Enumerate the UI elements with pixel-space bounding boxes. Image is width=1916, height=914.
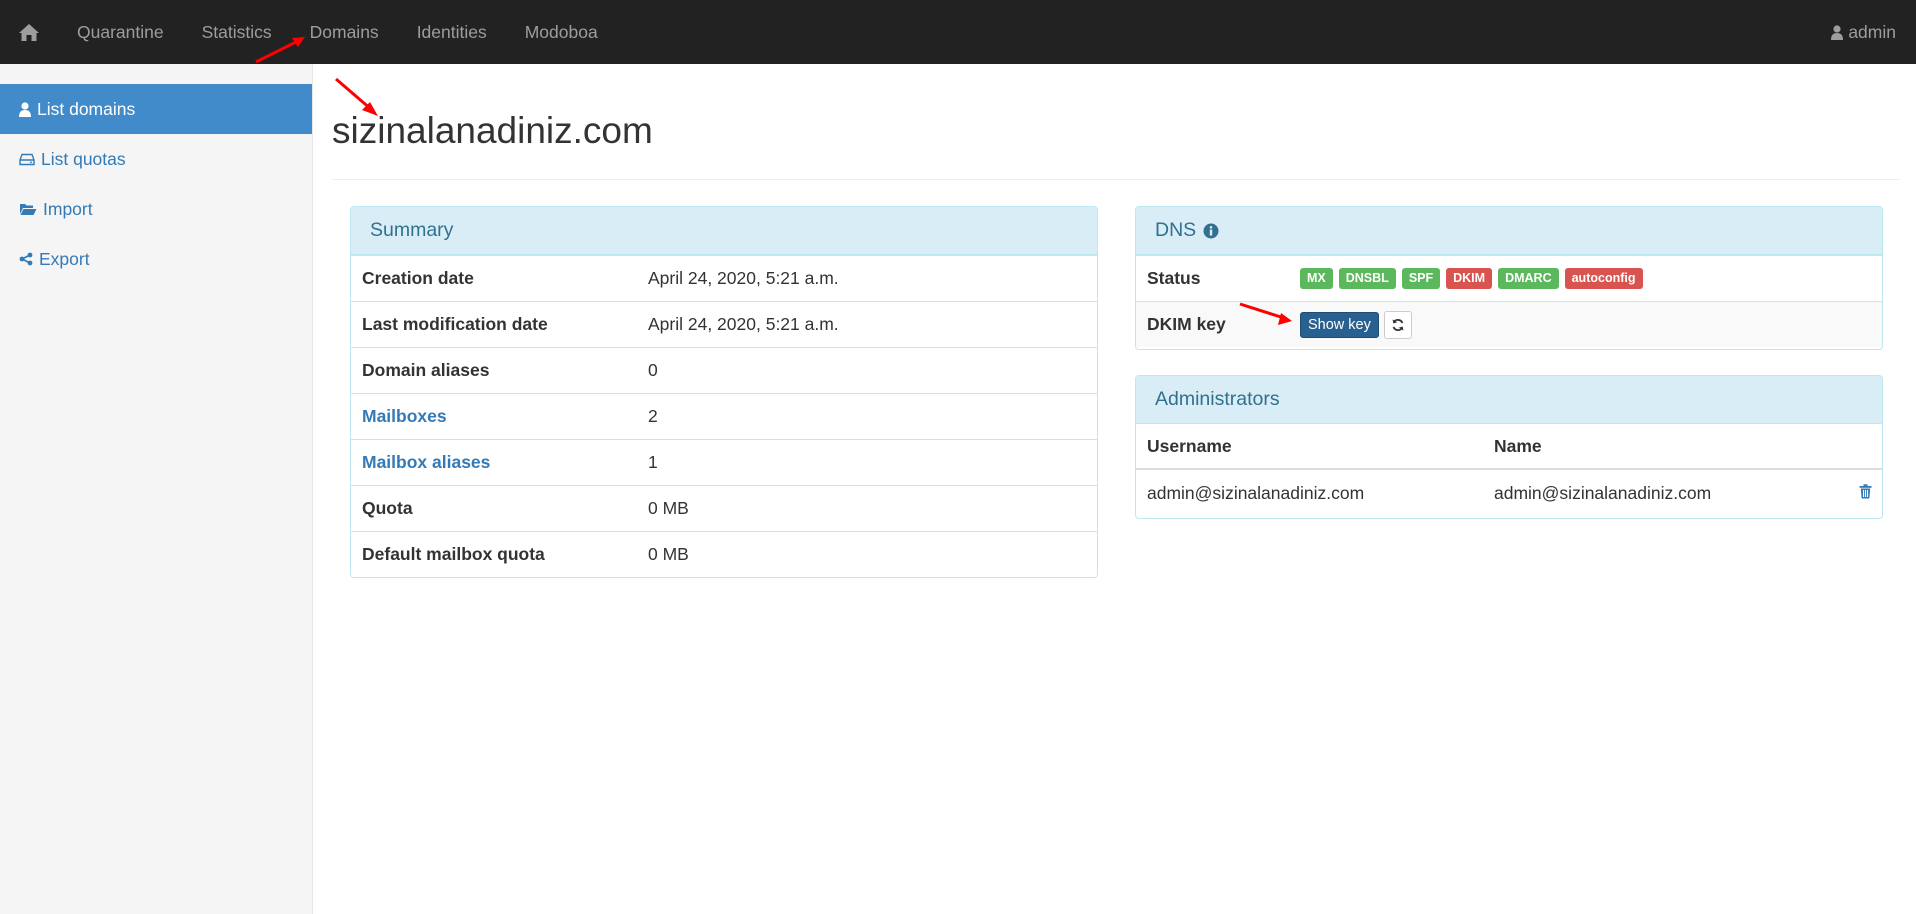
mailbox-aliases-link[interactable]: Mailbox aliases <box>351 452 648 473</box>
badge-spf[interactable]: SPF <box>1401 268 1441 289</box>
title-divider <box>332 179 1900 180</box>
user-name: admin <box>1848 21 1896 42</box>
show-key-button[interactable]: Show key <box>1300 311 1379 338</box>
summary-heading: Summary <box>351 207 1097 255</box>
home-button[interactable] <box>0 0 58 64</box>
home-icon <box>19 23 39 41</box>
mailboxes-link[interactable]: Mailboxes <box>351 406 648 427</box>
dns-status-row: Status MX DNSBL SPF DKIM DMARC autoconfi… <box>1136 255 1882 301</box>
admin-name: admin@sizinalanadiniz.com <box>1494 483 1712 503</box>
main-content: sizinalanadiniz.com Summary Creation dat… <box>314 64 1916 914</box>
sidebar-item-export[interactable]: Export <box>0 234 312 284</box>
page-title: sizinalanadiniz.com <box>332 110 653 151</box>
summary-panel: Summary Creation date April 24, 2020, 5:… <box>350 206 1098 578</box>
badge-dkim[interactable]: DKIM <box>1446 268 1493 289</box>
nav-quarantine[interactable]: Quarantine <box>58 0 183 64</box>
table-row: Last modification date April 24, 2020, 5… <box>351 301 1097 347</box>
table-row: admin@sizinalanadiniz.com admin@sizinala… <box>1136 470 1882 517</box>
sidebar-item-label: Export <box>39 248 90 269</box>
badge-autoconfig[interactable]: autoconfig <box>1564 268 1643 289</box>
user-menu[interactable]: admin <box>1831 0 1896 64</box>
username-column-header: Username <box>1147 435 1232 456</box>
table-row: Default mailbox quota 0 MB <box>351 531 1097 577</box>
mailboxes-value: 2 <box>648 406 658 426</box>
dkim-key-row: DKIM key Show key <box>1136 301 1882 347</box>
administrators-heading: Administrators <box>1136 376 1882 424</box>
default-mailbox-quota-label: Default mailbox quota <box>362 544 545 564</box>
top-navbar: Quarantine Statistics Domains Identities… <box>0 0 1916 64</box>
sidebar-item-label: List domains <box>37 98 136 119</box>
info-icon[interactable] <box>1203 223 1219 239</box>
badge-dnsbl[interactable]: DNSBL <box>1338 268 1396 289</box>
admin-username: admin@sizinalanadiniz.com <box>1147 483 1365 503</box>
folder-open-icon <box>20 204 37 215</box>
table-row: Creation date April 24, 2020, 5:21 a.m. <box>351 255 1097 301</box>
table-row: Domain aliases 0 <box>351 347 1097 393</box>
dns-heading: DNS <box>1136 207 1882 255</box>
refresh-icon <box>1392 318 1404 331</box>
trash-icon[interactable] <box>1859 484 1872 499</box>
user-icon <box>1831 24 1844 40</box>
share-icon <box>19 252 33 266</box>
quota-label: Quota <box>362 498 413 518</box>
sidebar-item-list-domains[interactable]: List domains <box>0 84 312 134</box>
sidebar-item-label: List quotas <box>41 148 126 169</box>
dkim-key-label: DKIM key <box>1147 314 1226 334</box>
administrators-panel: Administrators Username Name admin@sizin… <box>1135 375 1883 519</box>
creation-date-value: April 24, 2020, 5:21 a.m. <box>648 268 839 288</box>
nav-identities[interactable]: Identities <box>398 0 506 64</box>
user-icon <box>19 101 31 117</box>
table-row: Quota 0 MB <box>351 485 1097 531</box>
sidebar-item-label: Import <box>43 198 93 219</box>
hdd-icon <box>19 153 35 165</box>
nav-modoboa[interactable]: Modoboa <box>506 0 617 64</box>
dns-heading-label: DNS <box>1155 219 1197 241</box>
domain-aliases-value: 0 <box>648 360 658 380</box>
dns-panel: DNS Status MX DNSBL SPF DKIM DMARC autoc… <box>1135 206 1883 350</box>
badge-dmarc[interactable]: DMARC <box>1498 268 1559 289</box>
default-mailbox-quota-value: 0 MB <box>648 544 689 564</box>
administrators-table-header: Username Name <box>1136 424 1882 470</box>
quota-value: 0 MB <box>648 498 689 518</box>
sidebar-item-list-quotas[interactable]: List quotas <box>0 134 312 184</box>
table-row: Mailboxes 2 <box>351 393 1097 439</box>
mailbox-aliases-value: 1 <box>648 452 658 472</box>
badge-mx[interactable]: MX <box>1300 268 1333 289</box>
domain-aliases-label: Domain aliases <box>362 360 490 380</box>
creation-date-label: Creation date <box>362 268 474 288</box>
nav-statistics[interactable]: Statistics <box>183 0 291 64</box>
last-modification-label: Last modification date <box>362 314 548 334</box>
name-column-header: Name <box>1494 435 1542 456</box>
refresh-button[interactable] <box>1383 310 1412 339</box>
dns-badges: MX DNSBL SPF DKIM DMARC autoconfig <box>1300 268 1643 289</box>
table-row: Mailbox aliases 1 <box>351 439 1097 485</box>
dns-status-label: Status <box>1147 268 1201 288</box>
sidebar: List domains List quotas Import Export <box>0 64 313 914</box>
last-modification-value: April 24, 2020, 5:21 a.m. <box>648 314 839 334</box>
nav-domains[interactable]: Domains <box>291 0 398 64</box>
sidebar-item-import[interactable]: Import <box>0 184 312 234</box>
